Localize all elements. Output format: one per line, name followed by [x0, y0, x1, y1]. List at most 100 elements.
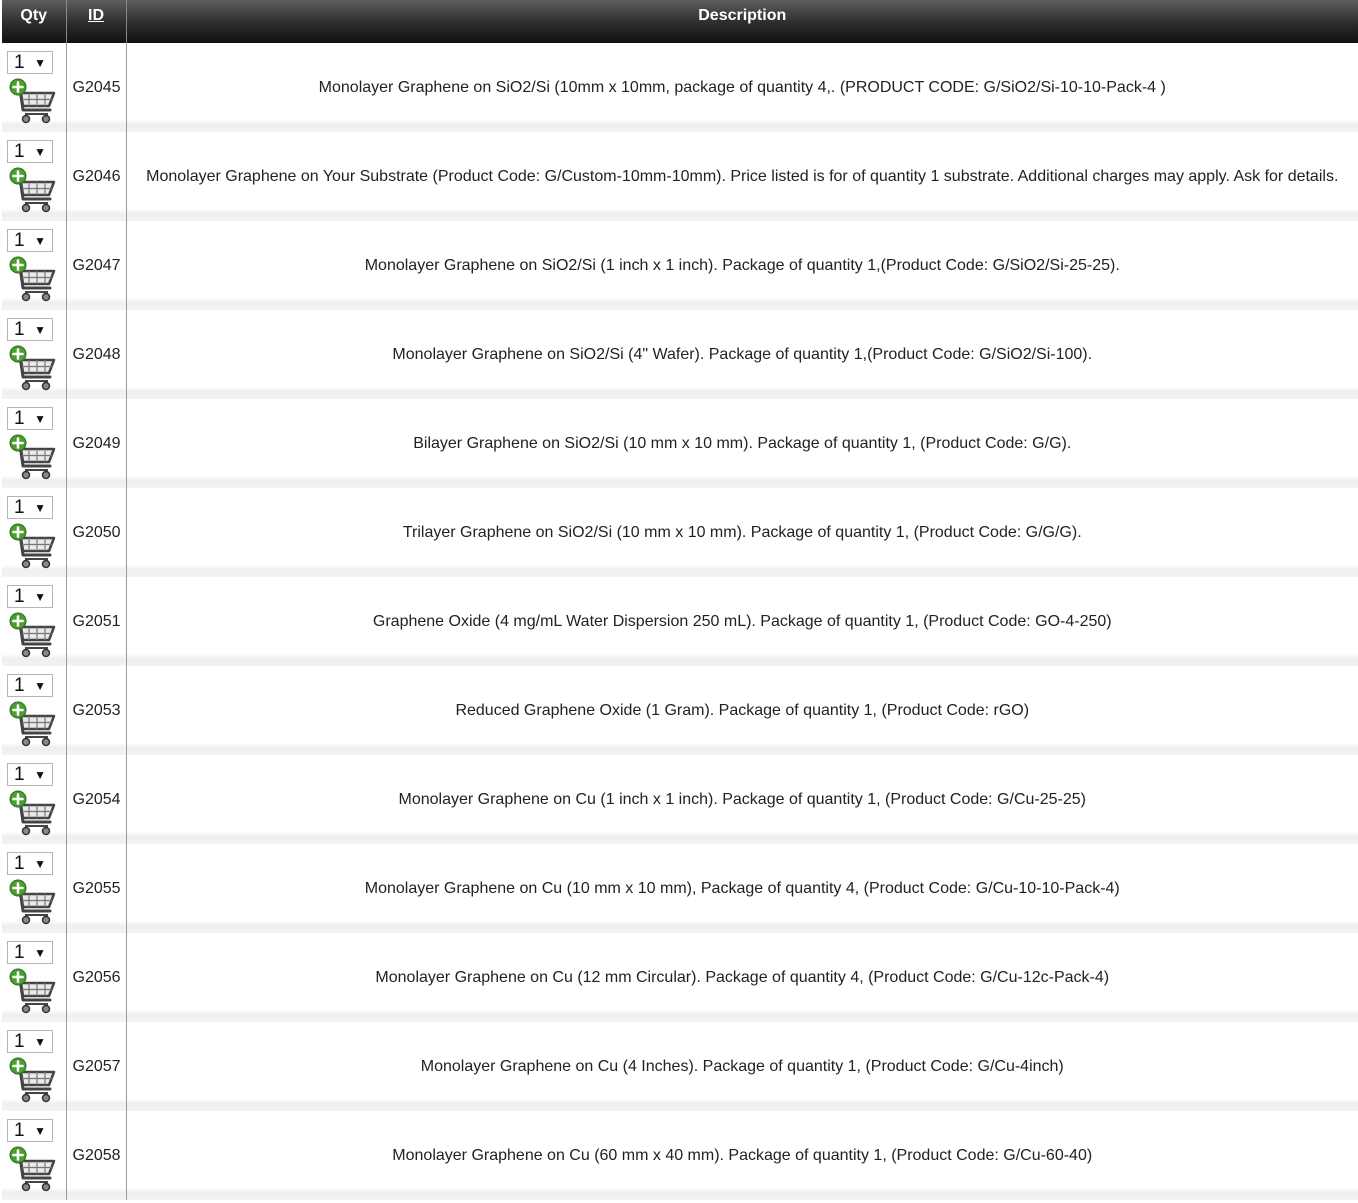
- add-to-cart-button[interactable]: [8, 167, 56, 215]
- qty-cell: 1 ▼: [2, 666, 67, 755]
- chevron-down-icon: ▼: [34, 1035, 46, 1049]
- add-to-cart-button[interactable]: [8, 968, 56, 1016]
- quantity-select[interactable]: 1 ▼: [7, 1119, 53, 1142]
- qty-cell: 1 ▼: [2, 43, 67, 132]
- quantity-value: 1: [14, 1120, 25, 1141]
- chevron-down-icon: ▼: [34, 768, 46, 782]
- table-row: 1 ▼ G2056 Monolayer Graphene on Cu (12 m…: [2, 933, 1358, 1022]
- table-row: 1 ▼ G2053 Reduced Graphene Oxide (1 Gram…: [2, 666, 1358, 755]
- qty-cell: 1 ▼: [2, 577, 67, 666]
- table-row: 1 ▼ G2046 Monolayer Graphene on Your Sub…: [2, 132, 1358, 221]
- product-description: Monolayer Graphene on Cu (10 mm x 10 mm)…: [126, 844, 1358, 933]
- qty-cell: 1 ▼: [2, 933, 67, 1022]
- chevron-down-icon: ▼: [34, 412, 46, 426]
- table-row: 1 ▼ G2045 Monolayer Graphene on SiO2/Si …: [2, 43, 1358, 132]
- quantity-value: 1: [14, 497, 25, 518]
- product-description: Monolayer Graphene on SiO2/Si (4" Wafer)…: [126, 310, 1358, 399]
- add-to-cart-button[interactable]: [8, 434, 56, 482]
- quantity-select[interactable]: 1 ▼: [7, 1030, 53, 1053]
- product-id: G2054: [66, 755, 127, 844]
- quantity-value: 1: [14, 230, 25, 251]
- add-to-cart-button[interactable]: [8, 1057, 56, 1105]
- qty-cell: 1 ▼: [2, 1022, 67, 1111]
- id-column-header[interactable]: ID: [66, 0, 127, 43]
- table-row: 1 ▼ G2051 Graphene Oxide (4 mg/mL Water …: [2, 577, 1358, 666]
- quantity-value: 1: [14, 586, 25, 607]
- add-to-cart-icon: [9, 1057, 56, 1103]
- product-description: Monolayer Graphene on SiO2/Si (1 inch x …: [126, 221, 1358, 310]
- add-to-cart-icon: [9, 345, 56, 391]
- qty-cell: 1 ▼: [2, 755, 67, 844]
- quantity-value: 1: [14, 942, 25, 963]
- quantity-select[interactable]: 1 ▼: [7, 140, 53, 163]
- quantity-value: 1: [14, 319, 25, 340]
- header-row: Qty ID Description: [2, 0, 1358, 43]
- chevron-down-icon: ▼: [34, 501, 46, 515]
- table-row: 1 ▼ G2047 Monolayer Graphene on SiO2/Si …: [2, 221, 1358, 310]
- product-description: Monolayer Graphene on Cu (12 mm Circular…: [126, 933, 1358, 1022]
- product-id: G2049: [66, 399, 127, 488]
- table-body: 1 ▼ G2045 Monolayer Graphene on SiO2/Si …: [2, 43, 1358, 1200]
- chevron-down-icon: ▼: [34, 234, 46, 248]
- table-header: Qty ID Description: [2, 0, 1358, 43]
- quantity-select[interactable]: 1 ▼: [7, 941, 53, 964]
- add-to-cart-button[interactable]: [8, 879, 56, 927]
- chevron-down-icon: ▼: [34, 946, 46, 960]
- quantity-value: 1: [14, 764, 25, 785]
- product-id: G2046: [66, 132, 127, 221]
- qty-cell: 1 ▼: [2, 221, 67, 310]
- description-column-header: Description: [126, 0, 1358, 43]
- product-table: Qty ID Description 1 ▼ G2045 Monolayer G…: [2, 0, 1358, 1200]
- add-to-cart-button[interactable]: [8, 790, 56, 838]
- add-to-cart-icon: [9, 1146, 56, 1192]
- product-id: G2050: [66, 488, 127, 577]
- add-to-cart-icon: [9, 78, 56, 124]
- quantity-select[interactable]: 1 ▼: [7, 51, 53, 74]
- quantity-select[interactable]: 1 ▼: [7, 407, 53, 430]
- qty-cell: 1 ▼: [2, 488, 67, 577]
- quantity-select[interactable]: 1 ▼: [7, 852, 53, 875]
- chevron-down-icon: ▼: [34, 857, 46, 871]
- add-to-cart-button[interactable]: [8, 345, 56, 393]
- quantity-select[interactable]: 1 ▼: [7, 674, 53, 697]
- product-id: G2058: [66, 1111, 127, 1200]
- product-id: G2057: [66, 1022, 127, 1111]
- product-description: Monolayer Graphene on Your Substrate (Pr…: [126, 132, 1358, 221]
- quantity-select[interactable]: 1 ▼: [7, 496, 53, 519]
- table-row: 1 ▼ G2050 Trilayer Graphene on SiO2/Si (…: [2, 488, 1358, 577]
- id-header-link[interactable]: ID: [67, 0, 126, 25]
- add-to-cart-button[interactable]: [8, 78, 56, 126]
- quantity-select[interactable]: 1 ▼: [7, 229, 53, 252]
- quantity-select[interactable]: 1 ▼: [7, 318, 53, 341]
- add-to-cart-button[interactable]: [8, 1146, 56, 1194]
- table-row: 1 ▼ G2058 Monolayer Graphene on Cu (60 m…: [2, 1111, 1358, 1200]
- quantity-value: 1: [14, 675, 25, 696]
- quantity-select[interactable]: 1 ▼: [7, 585, 53, 608]
- chevron-down-icon: ▼: [34, 679, 46, 693]
- quantity-value: 1: [14, 141, 25, 162]
- product-description: Bilayer Graphene on SiO2/Si (10 mm x 10 …: [126, 399, 1358, 488]
- add-to-cart-button[interactable]: [8, 256, 56, 304]
- product-description: Monolayer Graphene on Cu (1 inch x 1 inc…: [126, 755, 1358, 844]
- add-to-cart-button[interactable]: [8, 612, 56, 660]
- table-row: 1 ▼ G2054 Monolayer Graphene on Cu (1 in…: [2, 755, 1358, 844]
- add-to-cart-button[interactable]: [8, 523, 56, 571]
- quantity-value: 1: [14, 408, 25, 429]
- table-row: 1 ▼ G2057 Monolayer Graphene on Cu (4 In…: [2, 1022, 1358, 1111]
- chevron-down-icon: ▼: [34, 590, 46, 604]
- add-to-cart-button[interactable]: [8, 701, 56, 749]
- add-to-cart-icon: [9, 790, 56, 836]
- chevron-down-icon: ▼: [34, 1124, 46, 1138]
- product-id: G2051: [66, 577, 127, 666]
- qty-cell: 1 ▼: [2, 844, 67, 933]
- chevron-down-icon: ▼: [34, 145, 46, 159]
- product-id: G2055: [66, 844, 127, 933]
- add-to-cart-icon: [9, 701, 56, 747]
- quantity-value: 1: [14, 853, 25, 874]
- qty-cell: 1 ▼: [2, 399, 67, 488]
- qty-column-header: Qty: [2, 0, 67, 43]
- product-description: Trilayer Graphene on SiO2/Si (10 mm x 10…: [126, 488, 1358, 577]
- table-row: 1 ▼ G2048 Monolayer Graphene on SiO2/Si …: [2, 310, 1358, 399]
- chevron-down-icon: ▼: [34, 323, 46, 337]
- quantity-select[interactable]: 1 ▼: [7, 763, 53, 786]
